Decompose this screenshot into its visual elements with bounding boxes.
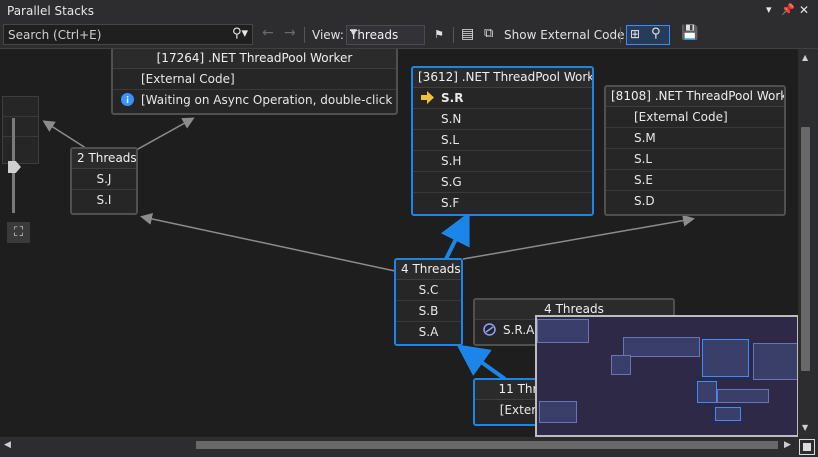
- vertical-scroll-thumb[interactable]: [801, 127, 810, 371]
- edge: [462, 214, 695, 260]
- minimap-node: [702, 339, 749, 377]
- current-frame-arrow-icon: [421, 91, 434, 104]
- auto-scroll-zoom-group[interactable]: ⊞ ⚲: [626, 25, 670, 45]
- async-task-icon: [483, 323, 496, 336]
- stack-frame-current[interactable]: S.R: [413, 88, 592, 109]
- info-icon: [121, 93, 134, 106]
- stack-node-8108[interactable]: [8108] .NET ThreadPool Worker [External …: [604, 85, 786, 216]
- toolbar: Search (Ctrl+E) ⚲▾ ← → View: Threads ▼ ⚑…: [0, 23, 818, 49]
- scroll-up-icon[interactable]: ▲: [802, 53, 808, 62]
- stack-frame[interactable]: S.M: [606, 128, 784, 149]
- node-header: [8108] .NET ThreadPool Worker: [606, 87, 784, 107]
- minimap-overview[interactable]: [535, 315, 799, 437]
- pin-icon[interactable]: 📌: [781, 3, 795, 16]
- stack-frame[interactable]: S.A: [396, 322, 461, 342]
- stack-frame[interactable]: S.I: [72, 190, 136, 210]
- minimap-node: [537, 319, 589, 343]
- vertical-scrollbar[interactable]: ▲ ▼: [798, 49, 818, 437]
- active-edge: [456, 344, 507, 381]
- toolbar-separator: [304, 27, 305, 43]
- minimap-node: [539, 401, 577, 423]
- stack-frame[interactable]: S.D: [606, 191, 784, 211]
- toggle-method-view-icon[interactable]: ▤: [461, 26, 474, 42]
- frame-label: [Waiting on Async Operation, double-clic…: [141, 93, 396, 107]
- view-select[interactable]: Threads ▼: [346, 25, 425, 45]
- scroll-left-icon[interactable]: ◀: [4, 440, 11, 450]
- stack-frame[interactable]: S.L: [413, 130, 592, 151]
- minimap-node: [717, 389, 769, 403]
- search-icon[interactable]: ⚲▾: [232, 26, 248, 41]
- stack-node-4-threads-a[interactable]: 4 Threads S.C S.B S.A: [394, 258, 463, 346]
- autoscroll-icon[interactable]: ⊞: [630, 27, 640, 41]
- stack-node-2-threads[interactable]: 2 Threads S.J S.I: [70, 147, 138, 215]
- stack-frame[interactable]: [External Code]: [113, 69, 396, 90]
- scroll-down-icon[interactable]: ▼: [802, 423, 808, 432]
- window-titlebar: Parallel Stacks ▾ 📌 ✕: [0, 0, 818, 24]
- view-label: View:: [312, 28, 344, 42]
- node-header: [3612] .NET ThreadPool Worker: [413, 68, 592, 88]
- node-header: [17264] .NET ThreadPool Worker: [113, 49, 396, 69]
- close-icon[interactable]: ✕: [799, 3, 809, 17]
- fit-to-view-icon[interactable]: ⛶: [7, 222, 30, 243]
- stack-frame[interactable]: S.F: [413, 193, 592, 213]
- stack-frame[interactable]: S.L: [606, 149, 784, 170]
- search-input[interactable]: Search (Ctrl+E) ⚲▾: [3, 24, 253, 45]
- window-title: Parallel Stacks: [7, 4, 95, 18]
- minimap-node: [623, 337, 700, 357]
- zoom-icon[interactable]: ⚲: [651, 26, 661, 41]
- horizontal-scrollbar[interactable]: ◀ ▶: [0, 437, 818, 457]
- stack-frame[interactable]: S.G: [413, 172, 592, 193]
- chevron-down-icon: ▼: [350, 28, 357, 38]
- stack-frame[interactable]: S.H: [413, 151, 592, 172]
- stack-frame[interactable]: S.J: [72, 169, 136, 190]
- back-arrow-icon[interactable]: ←: [262, 25, 274, 41]
- search-placeholder: Search (Ctrl+E): [8, 28, 102, 42]
- stack-node-3612[interactable]: [3612] .NET ThreadPool Worker S.R S.N S.…: [411, 66, 594, 216]
- save-icon[interactable]: 💾: [681, 25, 698, 41]
- minimap-node: [715, 407, 741, 421]
- show-external-code-button[interactable]: Show External Code: [504, 28, 625, 42]
- scroll-right-icon[interactable]: ▶: [784, 440, 791, 450]
- toolbar-separator: [620, 27, 621, 43]
- minimap-node: [611, 355, 631, 375]
- stack-frame[interactable]: S.N: [413, 109, 592, 130]
- forward-arrow-icon[interactable]: →: [284, 25, 296, 41]
- edge: [140, 213, 396, 272]
- zoom-control[interactable]: ⛶: [0, 96, 44, 248]
- flag-icon[interactable]: ⚑: [434, 28, 444, 41]
- active-edge: [440, 211, 470, 262]
- minimap-node: [753, 343, 797, 380]
- frame-label: S.R: [441, 91, 464, 105]
- external-code-icon[interactable]: ⧉: [484, 26, 493, 41]
- stack-frame[interactable]: S.B: [396, 301, 461, 322]
- minimap-node: [697, 381, 717, 403]
- minimap-toggle-icon[interactable]: [799, 439, 815, 455]
- node-partial: [2, 96, 39, 164]
- dropdown-menu-icon[interactable]: ▾: [766, 3, 772, 16]
- node-header: 4 Threads: [396, 260, 461, 280]
- stack-frame[interactable]: [External Code]: [606, 107, 784, 128]
- node-header: 2 Threads: [72, 149, 136, 169]
- toolbar-separator: [453, 27, 454, 43]
- parallel-stacks-window: Parallel Stacks ▾ 📌 ✕ Search (Ctrl+E) ⚲▾…: [0, 0, 818, 457]
- stack-node-17264[interactable]: [17264] .NET ThreadPool Worker [External…: [111, 49, 398, 115]
- stack-frame[interactable]: S.E: [606, 170, 784, 191]
- horizontal-scroll-thumb[interactable]: [196, 441, 778, 449]
- stack-frame[interactable]: [Waiting on Async Operation, double-clic…: [113, 90, 396, 110]
- stack-frame[interactable]: S.C: [396, 280, 461, 301]
